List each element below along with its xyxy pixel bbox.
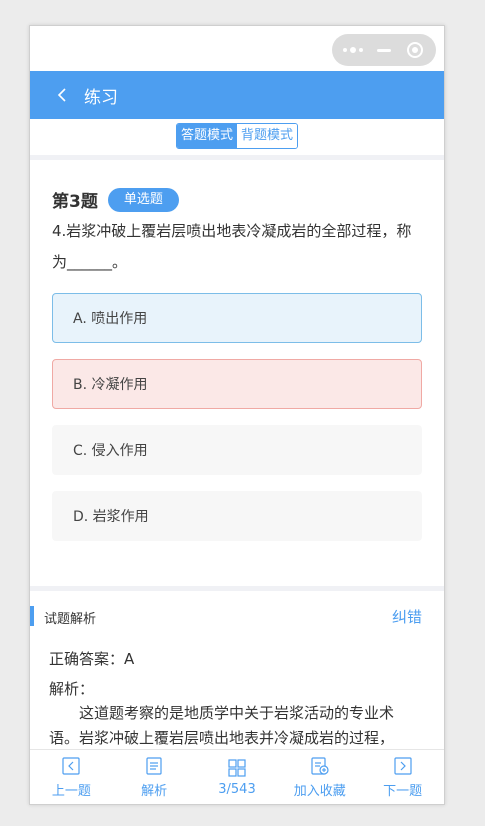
close-target-icon[interactable]	[401, 36, 429, 64]
prev-question-button[interactable]: 上一题	[36, 756, 106, 799]
analysis-text: 这道题考察的是地质学中关于岩浆活动的专业术语。岩浆冲破上覆岩层喷出地表并冷凝成岩…	[49, 704, 395, 747]
question-type-badge: 单选题	[107, 187, 179, 212]
question-header: 第3题 单选题	[52, 187, 179, 212]
option-c[interactable]: C. 侵入作用	[52, 425, 422, 475]
more-icon[interactable]	[339, 36, 367, 64]
next-icon	[393, 756, 413, 776]
tab-label: 下一题	[383, 783, 423, 799]
analysis-header: 试题解析 纠错	[30, 606, 444, 628]
tab-answer-mode[interactable]: 答题模式	[176, 124, 237, 148]
question-number: 第3题	[52, 192, 98, 212]
analysis-title: 试题解析	[44, 612, 97, 627]
option-b[interactable]: B. 冷凝作用	[52, 359, 422, 409]
option-label: B. 冷凝作用	[73, 377, 148, 393]
prev-icon	[61, 756, 81, 776]
option-label: C. 侵入作用	[73, 443, 148, 459]
divider	[30, 155, 444, 160]
correct-answer: 正确答案：A	[49, 650, 135, 668]
option-a[interactable]: A. 喷出作用	[52, 293, 422, 343]
nav-bar: 练习	[30, 71, 444, 119]
next-question-button[interactable]: 下一题	[368, 756, 438, 799]
minimize-icon[interactable]	[370, 36, 398, 64]
grid-icon	[227, 758, 247, 778]
section-marker	[30, 606, 34, 626]
mini-program-capsule	[332, 34, 436, 66]
analysis-button[interactable]: 解析	[119, 756, 189, 799]
status-bar	[30, 26, 444, 71]
phone-screen: 练习 答题模式 背题模式 第3题 单选题 4.岩浆冲破上覆岩层喷出地表冷凝成岩的…	[29, 25, 445, 805]
favorite-icon	[310, 756, 330, 776]
document-icon	[144, 756, 164, 776]
page-title: 练习	[84, 87, 118, 108]
question-text: 4.岩浆冲破上覆岩层喷出地表冷凝成岩的全部过程，称为______。	[52, 222, 412, 271]
tab-review-mode[interactable]: 背题模式	[237, 124, 298, 148]
mode-switch: 答题模式 背题模式	[30, 123, 444, 149]
report-error-link[interactable]: 纠错	[392, 606, 422, 627]
divider	[30, 586, 444, 591]
question-grid-button[interactable]: 3/543	[202, 758, 272, 797]
tab-label: 加入收藏	[293, 783, 346, 799]
tab-label: 上一题	[51, 783, 91, 799]
bottom-toolbar: 上一题 解析 3/543 加入收藏 下一题	[30, 749, 444, 804]
progress-counter: 3/543	[218, 781, 256, 797]
add-favorite-button[interactable]: 加入收藏	[285, 756, 355, 799]
tab-label: 解析	[141, 783, 168, 799]
option-d[interactable]: D. 岩浆作用	[52, 491, 422, 541]
chevron-left-icon[interactable]	[52, 85, 72, 105]
analysis-label: 解析：	[49, 680, 95, 698]
option-label: A. 喷出作用	[73, 311, 148, 327]
option-label: D. 岩浆作用	[73, 509, 149, 525]
